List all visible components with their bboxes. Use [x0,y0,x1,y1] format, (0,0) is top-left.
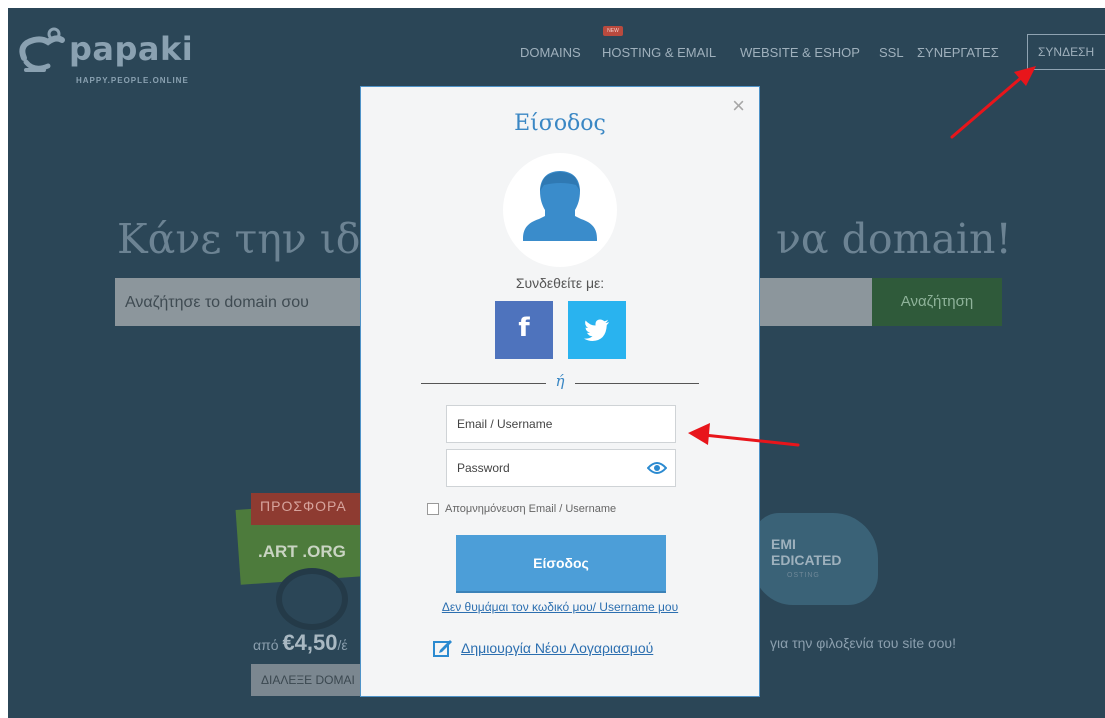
nav-domains[interactable]: DOMAINS [520,45,581,60]
register-label: Δημιουργία Νέου Λογαριασμού [461,640,654,656]
password-field[interactable]: Password [446,449,676,487]
hosting-promo-subtitle: OSTING [787,572,820,579]
remember-checkbox[interactable] [427,503,439,515]
annotation-arrow-email [688,423,800,447]
or-text: ή [545,372,575,390]
remember-me[interactable]: Απομνημόνευση Email / Username [427,503,616,515]
facebook-icon: f [518,313,530,343]
connect-with-label: Συνδεθείτε με: [515,275,605,291]
papaki-logo[interactable]: papaki HAPPY.PEOPLE.ONLINE [14,18,193,85]
duck-logo-icon [19,27,65,72]
price-suffix: /έ [337,637,348,653]
nav-website-eshop[interactable]: WEBSITE & ESHOP [740,45,860,60]
nav-ssl[interactable]: SSL [879,45,904,60]
promo-price: από €4,50/έ [253,630,348,656]
new-badge: NEW [603,26,623,36]
twitter-login-button[interactable] [568,301,626,359]
twitter-icon [584,319,609,341]
domain-search-placeholder: Αναζήτησε το domain σου [125,294,309,311]
nav-partners[interactable]: ΣΥΝΕΡΓΑΤΕΣ [917,45,999,60]
price-prefix: από [253,637,279,653]
hero-heading-right: να domain! [776,215,1012,263]
logo-tagline: HAPPY.PEOPLE.ONLINE [76,76,189,85]
hosting-title-line2: EDICATED [771,552,842,568]
choose-domain-button[interactable]: ΔΙΑΛΕΞΕ DOMAI [251,664,371,696]
hero-heading-left: Κάνε την ιδ [117,215,361,263]
hosting-title-line1: EMI [771,536,796,552]
promo-badge: ΠΡΟΣΦΟΡΑ [260,498,347,514]
register-link[interactable]: Δημιουργία Νέου Λογαριασμού [433,639,653,657]
or-separator: ή [361,372,759,391]
annotation-arrow-login [950,66,1036,139]
modal-title: Είσοδος [514,111,606,136]
password-placeholder: Password [457,461,510,475]
forgot-password-link[interactable]: Δεν θυμάμαι τον κωδικό μου/ Username μου [361,600,759,614]
eye-icon[interactable] [647,461,667,475]
login-submit-button[interactable]: Είσοδος [456,535,666,591]
hosting-promo-caption: για την φιλοξενία του site σου! [770,635,956,651]
promo-tlds: .ART .ORG [258,542,346,561]
logo-name: papaki [69,30,194,68]
hosting-promo-title: EMI EDICATED [771,536,842,568]
promo-target-icon [276,568,348,630]
price-value: €4,50 [282,630,338,655]
user-silhouette-icon [503,153,617,267]
remember-label: Απομνημόνευση Email / Username [445,503,617,515]
login-modal: × Είσοδος Συνδεθείτε με: f ή Email / Use… [360,86,760,697]
email-field[interactable]: Email / Username [446,405,676,443]
email-placeholder: Email / Username [457,417,553,431]
domain-search-button[interactable]: Αναζήτηση [872,278,1002,326]
facebook-login-button[interactable]: f [495,301,553,359]
edit-icon [433,640,452,657]
nav-hosting-email[interactable]: HOSTING & EMAIL [602,45,716,60]
